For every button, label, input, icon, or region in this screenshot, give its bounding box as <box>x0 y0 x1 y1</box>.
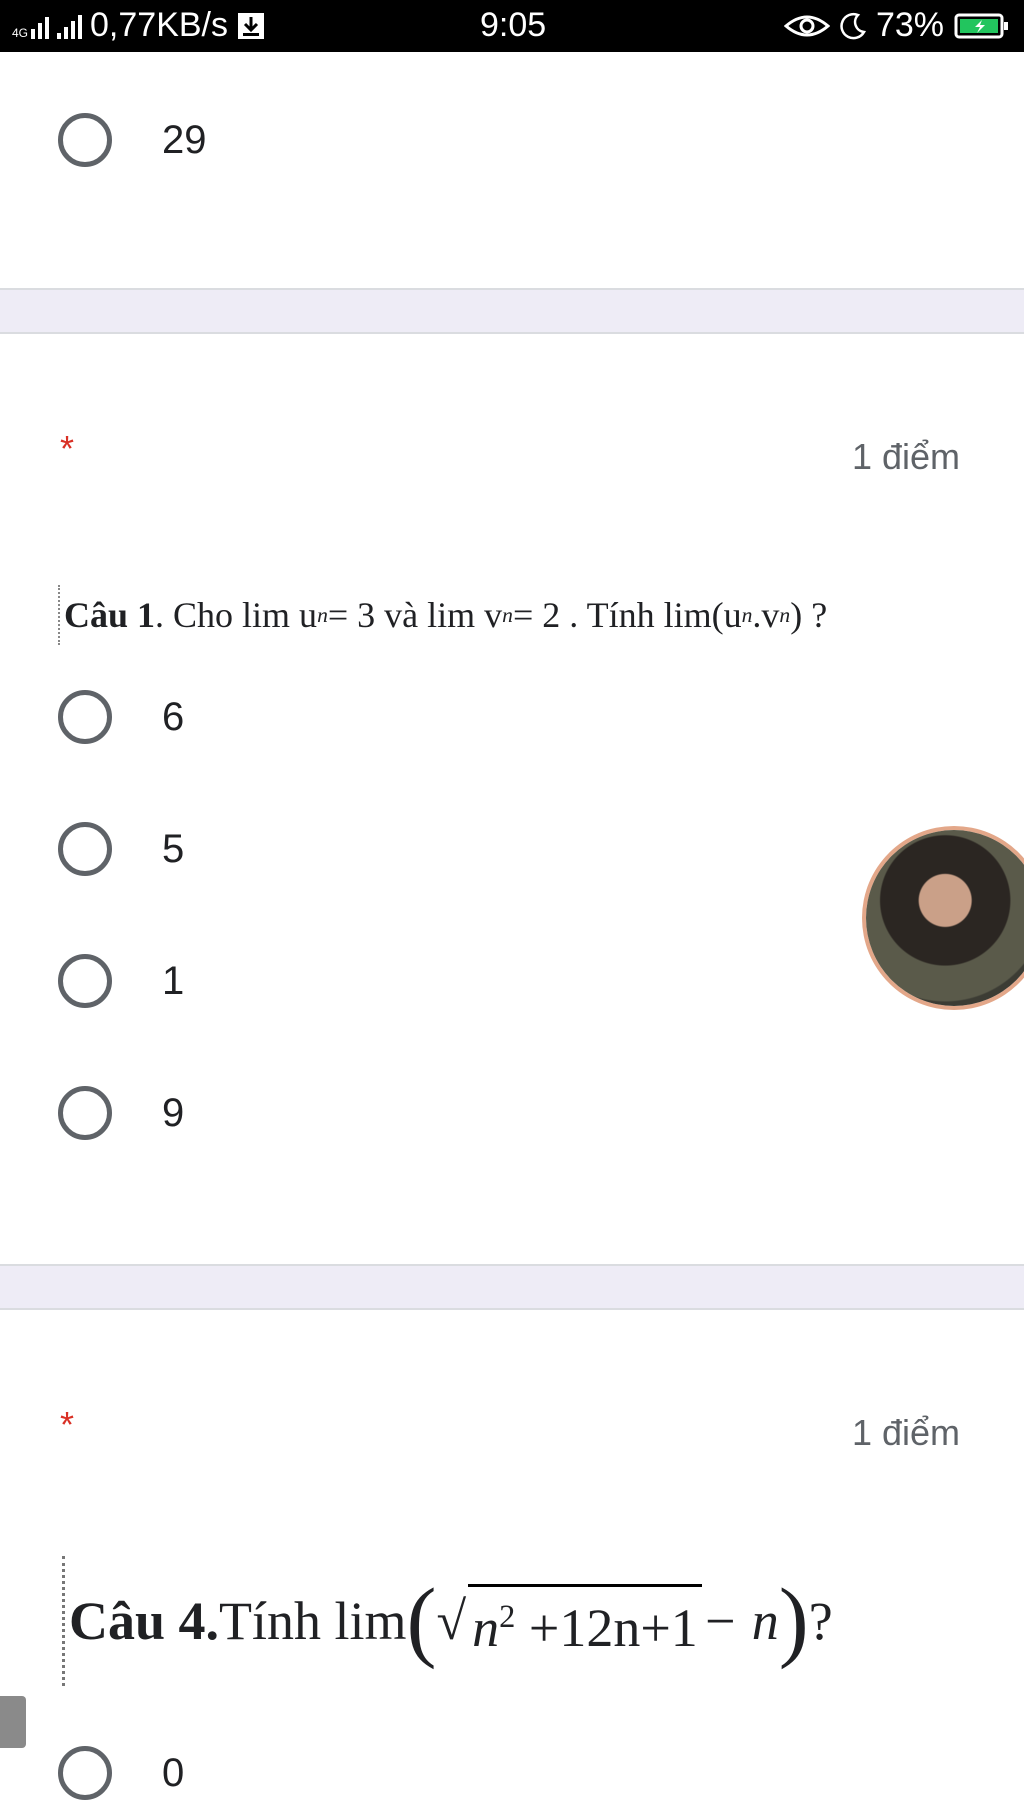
radio-button[interactable] <box>58 822 112 876</box>
subscript: n <box>779 602 791 627</box>
open-paren: ( <box>406 1571 437 1670</box>
eye-comfort-icon <box>783 12 830 40</box>
prompt-part: Tính lim <box>219 1591 407 1651</box>
prompt-part: (u <box>711 595 742 635</box>
prompt-part: ) ? <box>790 595 828 635</box>
prompt-part: = 3 và lim v <box>327 595 503 635</box>
section-separator <box>0 1264 1024 1310</box>
required-marker: * <box>60 1404 75 1445</box>
sqrt-body: n2 +12n+1 <box>468 1584 702 1658</box>
close-paren: ) <box>778 1571 809 1670</box>
radio-button[interactable] <box>58 113 112 167</box>
prompt-part: − n <box>701 1591 779 1651</box>
prompt-part: . Cho lim u <box>155 595 318 635</box>
subscript: n <box>741 602 753 627</box>
network-speed: 0,77KB/s <box>90 6 228 44</box>
radio-button[interactable] <box>58 1086 112 1140</box>
subscript: n <box>317 602 328 627</box>
signal-4g-icon: 4G <box>12 13 50 39</box>
clock: 9:05 <box>480 6 547 44</box>
download-icon <box>236 11 266 41</box>
option-9[interactable]: 9 <box>58 1086 184 1140</box>
option-29[interactable]: 29 <box>58 113 207 167</box>
option-5[interactable]: 5 <box>58 822 184 876</box>
prompt-part: +12n+1 <box>515 1598 698 1658</box>
option-label: 0 <box>162 1750 185 1795</box>
radio-button[interactable] <box>58 690 112 744</box>
required-marker: * <box>60 428 75 469</box>
prompt-part: = 2 . Tính lim <box>512 595 712 635</box>
prompt-part: n <box>472 1598 500 1658</box>
points-label: 1 điểm <box>851 436 960 477</box>
question-4-prompt: Câu 4. Tính lim ( √ n2 +12n+1 − n ) ? <box>62 1556 989 1686</box>
section-separator <box>0 288 1024 334</box>
option-1[interactable]: 1 <box>58 954 184 1008</box>
battery-charging-icon <box>954 12 1010 40</box>
battery-percent: 73% <box>875 6 944 44</box>
option-label: 9 <box>162 1090 185 1135</box>
signal-icon <box>57 13 83 39</box>
floating-avatar[interactable] <box>866 830 1024 1006</box>
prompt-part: .v <box>752 595 780 635</box>
sqrt-symbol: √ <box>436 1591 467 1651</box>
question-number: Câu 4. <box>69 1591 220 1651</box>
radio-button[interactable] <box>58 1746 112 1800</box>
option-label: 1 <box>162 958 185 1003</box>
moon-icon <box>840 12 866 40</box>
option-6[interactable]: 6 <box>58 690 184 744</box>
option-label: 5 <box>162 826 185 871</box>
question-number: Câu 1 <box>64 595 156 635</box>
option-label: 29 <box>162 117 207 162</box>
side-handle[interactable] <box>0 1696 26 1748</box>
question-1-prompt: Câu 1 . Cho lim un = 3 và lim vn = 2 . T… <box>58 585 964 645</box>
exponent: 2 <box>499 1599 516 1635</box>
subscript: n <box>502 602 513 627</box>
radio-button[interactable] <box>58 954 112 1008</box>
status-bar: 4G 0,77KB/s 9:05 73% <box>0 0 1024 52</box>
option-label: 6 <box>162 694 185 739</box>
option-0[interactable]: 0 <box>58 1746 184 1800</box>
points-label: 1 điểm <box>851 1412 960 1453</box>
question-mark: ? <box>808 1591 833 1651</box>
